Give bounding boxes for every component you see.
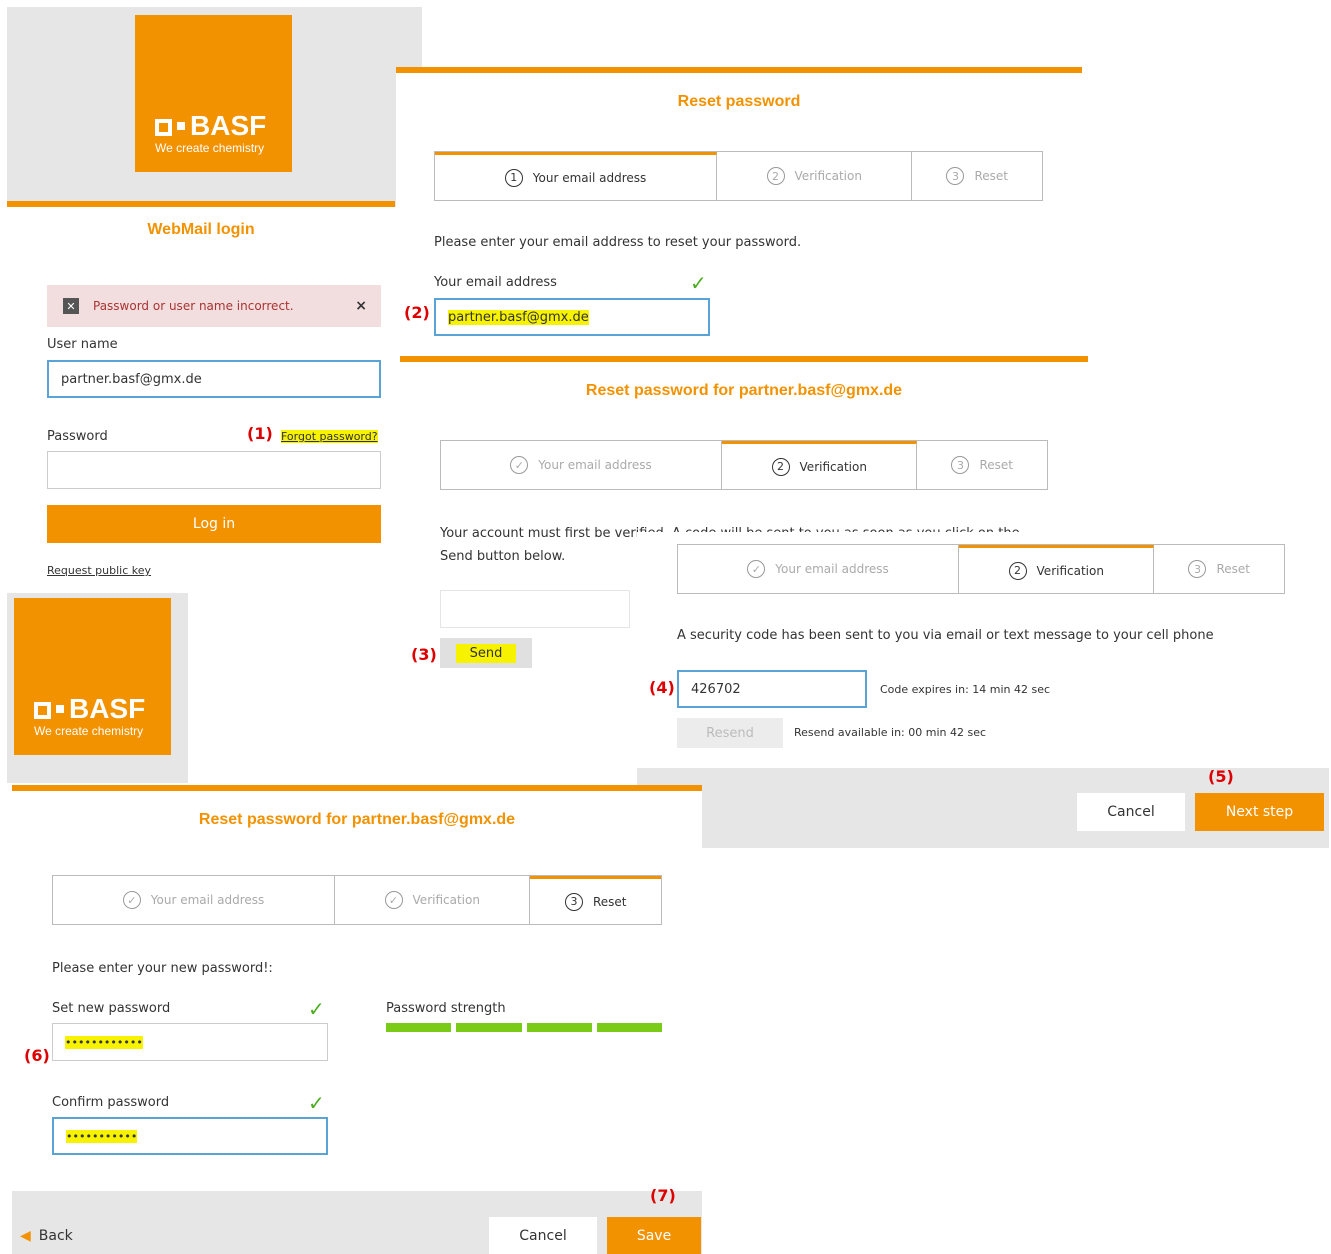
step-email-done: ✓ Your email address bbox=[53, 876, 336, 924]
error-alert: ✕ Password or user name incorrect. × bbox=[47, 285, 381, 327]
reset-verification-title: Reset password for partner.basf@gmx.de bbox=[585, 382, 903, 399]
annotation-6: (6) bbox=[24, 1046, 50, 1065]
error-message: Password or user name incorrect. bbox=[93, 299, 294, 313]
close-icon[interactable]: × bbox=[355, 298, 367, 314]
save-button[interactable]: Save bbox=[607, 1217, 701, 1254]
step-2-icon: 2 bbox=[766, 167, 785, 185]
check-circle-icon: ✓ bbox=[747, 560, 766, 578]
login-title: WebMail login bbox=[147, 221, 255, 238]
annotation-2: (2) bbox=[404, 303, 430, 322]
confirm-password-input[interactable]: ••••••••••• bbox=[52, 1117, 328, 1155]
step-reset: 3 Reset bbox=[917, 441, 1047, 489]
step-verification-done: ✓ Verification bbox=[335, 876, 531, 924]
annotation-1: (1) bbox=[247, 424, 273, 443]
step-indicator: 1 Your email address 2 Verification 3 Reset bbox=[434, 151, 1043, 201]
code-expiry-text: Code expires in: 14 min 42 sec bbox=[880, 683, 1051, 696]
password-strength-label: Password strength bbox=[386, 1001, 506, 1016]
next-step-button[interactable]: Next step bbox=[1195, 793, 1324, 831]
confirm-password-label: Confirm password bbox=[52, 1095, 170, 1110]
new-password-check-icon: ✓ bbox=[308, 997, 325, 1021]
step-reset-active: 3 Reset bbox=[530, 876, 661, 924]
code-sent-message: A security code has been sent to you via… bbox=[677, 628, 1214, 643]
step-reset: 3 Reset bbox=[912, 152, 1042, 200]
strength-segment bbox=[386, 1023, 452, 1032]
login-card: WebMail login ✕ Password or user name in… bbox=[7, 201, 395, 587]
email-valid-check-icon: ✓ bbox=[690, 271, 707, 295]
new-password-footer bbox=[12, 1191, 702, 1254]
step-3-icon: 3 bbox=[946, 167, 965, 185]
step-email: 1 Your email address bbox=[435, 152, 718, 200]
check-circle-icon: ✓ bbox=[510, 456, 529, 474]
arrow-left-icon: ◀ bbox=[20, 1228, 31, 1244]
annotation-5: (5) bbox=[1208, 767, 1234, 786]
step-email-done: ✓ Your email address bbox=[678, 545, 960, 593]
reset-email-card: Reset password 1 Your email address 2 Veri… bbox=[396, 67, 1082, 352]
step-email-done: ✓ Your email address bbox=[441, 441, 723, 489]
step-3-icon: 3 bbox=[564, 892, 583, 911]
new-password-title: Reset password for partner.basf@gmx.de bbox=[198, 811, 516, 828]
username-input[interactable]: partner.basf@gmx.de bbox=[47, 360, 381, 398]
forgot-password-link[interactable]: Forgot password? bbox=[281, 430, 378, 443]
strength-segment bbox=[526, 1023, 592, 1032]
step-verification-active: 2 Verification bbox=[722, 441, 918, 489]
basf-logo-2: BASF We create chemistry bbox=[14, 598, 171, 755]
username-label: User name bbox=[47, 337, 118, 352]
password-label: Password bbox=[47, 429, 108, 444]
instruction-text: Please enter your email address to reset… bbox=[434, 235, 802, 250]
security-code-input[interactable]: 426702 bbox=[677, 670, 867, 708]
error-icon: ✕ bbox=[63, 298, 79, 314]
back-button[interactable]: ◀ Back bbox=[20, 1228, 73, 1244]
strength-segment bbox=[596, 1023, 662, 1032]
annotation-4: (4) bbox=[649, 678, 675, 697]
check-circle-icon: ✓ bbox=[122, 891, 141, 909]
reset-title: Reset password bbox=[677, 93, 801, 110]
password-input[interactable] bbox=[47, 451, 381, 489]
step-2-icon: 2 bbox=[1008, 561, 1027, 580]
step-indicator-4: ✓ Your email address ✓ Verification 3 Reset bbox=[52, 875, 662, 925]
resend-available-text: Resend available in: 00 min 42 sec bbox=[794, 726, 987, 739]
cancel-button-2[interactable]: Cancel bbox=[489, 1217, 597, 1254]
verification-blank-field bbox=[440, 590, 630, 628]
password-strength-meter bbox=[386, 1023, 662, 1032]
login-button[interactable]: Log in bbox=[47, 505, 381, 543]
confirm-password-check-icon: ✓ bbox=[308, 1091, 325, 1115]
new-password-label: Set new password bbox=[52, 1001, 171, 1016]
cancel-button[interactable]: Cancel bbox=[1077, 793, 1185, 831]
new-password-input[interactable]: •••••••••••• bbox=[52, 1023, 328, 1061]
annotation-7: (7) bbox=[650, 1186, 676, 1205]
step-2-icon: 2 bbox=[771, 457, 790, 476]
step-reset: 3 Reset bbox=[1154, 545, 1284, 593]
new-password-instruction: Please enter your new password!: bbox=[52, 961, 273, 976]
basf-logo: BASF We create chemistry bbox=[135, 15, 292, 172]
request-public-key-link[interactable]: Request public key bbox=[47, 564, 151, 577]
step-3-icon: 3 bbox=[1188, 560, 1207, 578]
step-1-icon: 1 bbox=[504, 168, 523, 187]
verification-code-card: ✓ Your email address 2 Verification 3 Reset… bbox=[637, 532, 1325, 768]
step-verification: 2 Verification bbox=[717, 152, 913, 200]
step-verification-active: 2 Verification bbox=[959, 545, 1155, 593]
step-indicator-2: ✓ Your email address 2 Verification 3 Reset bbox=[440, 440, 1048, 490]
check-circle-icon: ✓ bbox=[384, 891, 403, 909]
send-button[interactable]: Send bbox=[440, 638, 532, 668]
new-password-card: Reset password for partner.basf@gmx.de ✓… bbox=[12, 785, 702, 1191]
annotation-3: (3) bbox=[411, 645, 437, 664]
strength-segment bbox=[456, 1023, 522, 1032]
step-indicator-3: ✓ Your email address 2 Verification 3 Reset bbox=[677, 544, 1285, 594]
step-3-icon: 3 bbox=[951, 456, 970, 474]
email-input[interactable]: partner.basf@gmx.de bbox=[434, 298, 710, 336]
email-label: Your email address bbox=[434, 275, 557, 290]
resend-button[interactable]: Resend bbox=[677, 718, 783, 748]
